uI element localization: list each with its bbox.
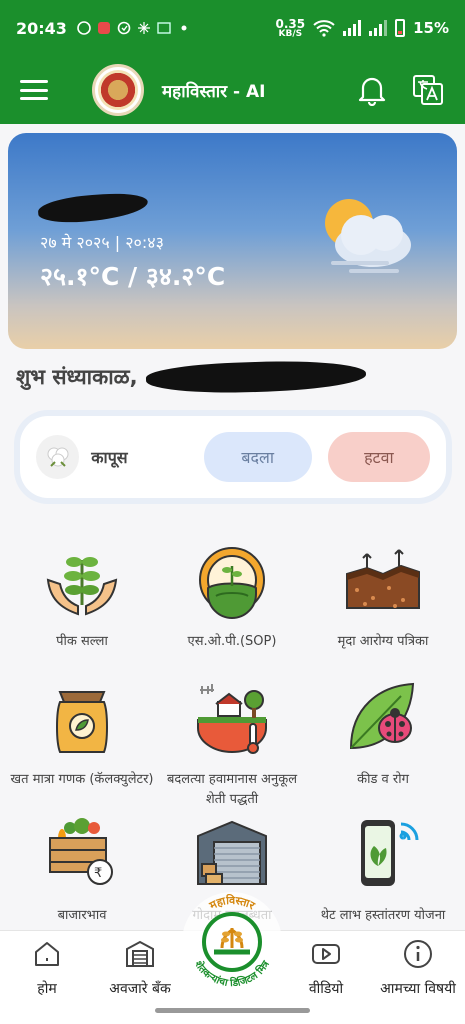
soil-layer-icon — [346, 549, 420, 609]
greeting-text: शुभ संध्याकाळ, — [16, 365, 138, 389]
net-speed-unit: KB/S — [278, 28, 303, 39]
sync-icon — [117, 21, 131, 35]
menu-label: कीड व रोग — [357, 772, 409, 787]
net-speed: 0.35 KB/S — [275, 18, 305, 39]
menu-item-fertilizer-calculator[interactable]: खत मात्रा गणक (कॅलक्युलेटर) — [7, 678, 157, 790]
nav-label: वीडियो — [308, 981, 344, 997]
menu-item-climate-farming[interactable]: बदलत्या हवामानास अनुकूल शेती पद्धती — [157, 678, 307, 810]
weather-temperature: २५.१°C / ३४.२°C — [40, 262, 226, 291]
menu-item-direct-benefit-transfer[interactable]: थेट लाभ हस्तांतरण योजना — [308, 814, 458, 926]
gallery-icon — [157, 22, 171, 34]
partly-cloudy-icon — [325, 199, 411, 273]
app-logo — [92, 64, 144, 116]
nav-about-us[interactable]: आमच्या विषयी — [372, 939, 464, 998]
menu-item-market-price[interactable]: ₹ बाजारभाव — [7, 814, 157, 926]
menu-label: बदलत्या हवामानास अनुकूल शेती पद्धती — [166, 772, 298, 807]
climate-farm-icon — [197, 684, 267, 754]
menu-item-pests-diseases[interactable]: कीड व रोग — [308, 678, 458, 790]
menu-item-crop-advice[interactable]: पीक सल्ला — [7, 540, 157, 652]
mahavistar-badge-button[interactable]: महाविस्तार शेतकऱ्यांचा डिजिटल मित्र — [180, 890, 284, 994]
user-name-redacted — [145, 358, 367, 396]
nav-label: होम — [37, 981, 57, 997]
dot-icon — [181, 25, 187, 31]
whatsapp-icon — [77, 21, 91, 35]
menu-label: थेट लाभ हस्तांतरण योजना — [320, 908, 446, 923]
info-icon — [404, 940, 432, 968]
mahavistar-badge-logo: महाविस्तार शेतकऱ्यांचा डिजिटल मित्र — [182, 892, 282, 992]
market-crate-icon: ₹ — [49, 818, 113, 885]
nav-equipment-bank[interactable]: अवजारे बँक — [100, 939, 180, 998]
nav-home[interactable]: होम — [22, 939, 72, 998]
weather-card[interactable]: २७ मे २०२५ | २०:४३ २५.१°C / ३४.२°C — [8, 133, 457, 349]
bell-icon[interactable] — [355, 73, 389, 107]
phone-transfer-icon — [361, 820, 419, 886]
menu-label: पीक सल्ला — [56, 634, 108, 649]
menu-icon[interactable] — [20, 80, 48, 100]
change-crop-button[interactable]: बदला — [203, 432, 312, 482]
svg-text:₹: ₹ — [94, 866, 102, 881]
ladybug-leaf-icon — [349, 682, 415, 750]
net-speed-value: 0.35 — [275, 16, 306, 31]
selected-crop-card: कापूस बदला हटवा — [20, 416, 446, 498]
home-indicator[interactable] — [155, 1008, 310, 1013]
menu-label: खत मात्रा गणक (कॅलक्युलेटर) — [10, 772, 154, 787]
app-notification-icon — [97, 22, 110, 34]
app-bar: महाविस्तार - AI — [0, 56, 465, 124]
menu-label: बाजारभाव — [57, 908, 107, 923]
notification-icons — [77, 21, 191, 35]
wifi-icon — [313, 20, 335, 37]
nav-label: अवजारे बँक — [109, 981, 171, 997]
greeting-row: शुभ संध्याकाळ, — [16, 358, 367, 396]
battery-level: 15% — [413, 19, 449, 37]
signal-icon-1 — [343, 20, 362, 36]
warehouse-bank-icon — [126, 940, 154, 967]
menu-label: मृदा आरोग्य पत्रिका — [337, 634, 429, 649]
cotton-icon — [36, 435, 80, 479]
app-title: महाविस्तार - AI — [162, 81, 266, 102]
menu-item-soil-health[interactable]: मृदा आरोग्य पत्रिका — [308, 540, 458, 652]
crop-name: कापूस — [91, 448, 128, 467]
nav-label: आमच्या विषयी — [380, 981, 456, 997]
weather-date: २७ मे २०२५ | २०:४३ — [40, 233, 164, 252]
battery-icon — [395, 19, 406, 37]
location-redacted — [37, 191, 149, 225]
warehouse-icon — [197, 820, 267, 885]
spark-icon — [137, 22, 150, 34]
menu-item-sop[interactable]: एस.ओ.पी.(SOP) — [157, 540, 307, 652]
hands-plant-icon — [46, 557, 118, 616]
fertilizer-sack-icon — [56, 691, 108, 753]
menu-label: एस.ओ.पी.(SOP) — [187, 634, 277, 649]
remove-crop-button[interactable]: हटवा — [327, 432, 430, 482]
home-icon — [35, 942, 59, 966]
nav-video[interactable]: वीडियो — [298, 939, 354, 998]
translate-icon[interactable] — [411, 73, 445, 107]
signal-icon-2 — [369, 20, 388, 36]
gear-farm-icon — [199, 547, 265, 619]
status-bar: 20:43 0.35 KB/S 15% — [0, 0, 465, 56]
video-icon — [312, 944, 340, 964]
clock: 20:43 — [16, 18, 67, 38]
